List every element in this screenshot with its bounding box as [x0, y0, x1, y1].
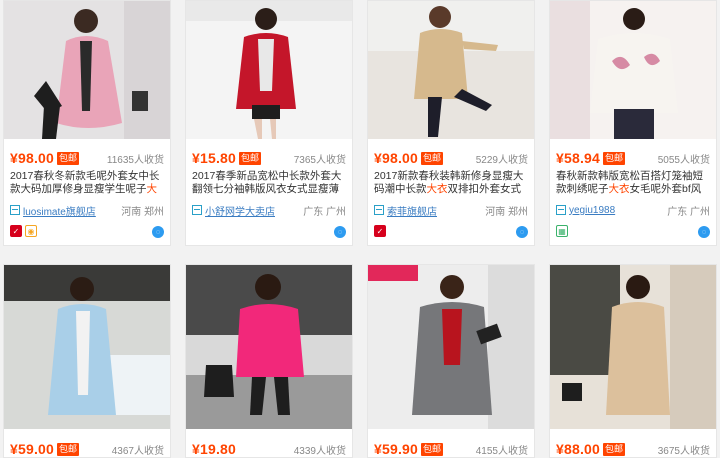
sales-count: 7365人收货 — [293, 154, 346, 166]
price: ¥59.00 — [10, 441, 55, 457]
free-shipping-badge: 包邮 — [421, 151, 444, 165]
price: ¥88.00 — [556, 441, 601, 457]
shop-icon — [10, 205, 20, 215]
product-image[interactable] — [368, 1, 534, 139]
product-image[interactable] — [368, 265, 534, 429]
tmall-icon[interactable]: ✓ — [374, 225, 386, 237]
product-card[interactable]: ¥59.90 包邮 4155人收货 — [367, 264, 535, 458]
location: 广东 广州 — [667, 206, 710, 218]
price: ¥58.94 — [556, 150, 601, 166]
product-title[interactable]: 春秋新款韩版宽松百搭灯笼袖短款刺绣呢子大衣女毛呢外套bf风学生 — [556, 170, 711, 196]
title-text[interactable]: 2017春季新品宽松中长款外套大翻领七分袖韩版风衣女式显瘦薄款潮 — [192, 170, 341, 196]
tmall-icon[interactable]: ✓ — [10, 225, 22, 237]
title-text[interactable]: 2017春秋冬新款毛呢外套女中长款大码加厚修身显瘦学生呢子 — [10, 170, 159, 195]
free-shipping-badge: 包邮 — [603, 442, 626, 456]
free-shipping-badge: 包邮 — [57, 442, 80, 456]
gold-seller-icon[interactable]: ◉ — [25, 225, 37, 237]
sales-count: 5055人收货 — [657, 154, 710, 166]
sales-count: 4367人收货 — [111, 445, 164, 457]
sales-count: 11635人收货 — [106, 154, 164, 166]
product-card[interactable]: ¥15.80 包邮 7365人收货 2017春季新品宽松中长款外套大翻领七分袖韩… — [185, 0, 353, 246]
product-image[interactable] — [4, 1, 170, 139]
product-card[interactable]: ¥98.00 包邮 5229人收货 2017新款春秋装韩新修身显瘦大码潮中长款大… — [367, 0, 535, 246]
shop-icon — [374, 205, 384, 215]
sales-count: 4155人收货 — [475, 445, 528, 457]
product-title[interactable]: 2017春季新品宽松中长款外套大翻领七分袖韩版风衣女式显瘦薄款潮 — [192, 170, 347, 196]
price: ¥98.00 — [10, 150, 55, 166]
enterprise-icon[interactable]: ▦ — [556, 225, 568, 237]
shop-link[interactable]: luosimate旗舰店 — [23, 203, 96, 218]
shop-icon — [556, 205, 566, 215]
product-image[interactable] — [550, 1, 716, 139]
product-image[interactable] — [550, 265, 716, 429]
product-title[interactable]: 2017春秋冬新款毛呢外套女中长款大码加厚修身显瘦学生呢子大衣女 — [10, 170, 165, 196]
product-card[interactable]: ¥88.00 包邮 3675人收货 — [549, 264, 717, 458]
shop-link[interactable]: yegiu1988 — [569, 205, 615, 216]
product-image[interactable] — [4, 265, 170, 429]
sales-count: 5229人收货 — [475, 154, 528, 166]
price: ¥19.80 — [192, 441, 237, 457]
chat-icon[interactable]: ◌ — [334, 226, 346, 238]
sales-count: 3675人收货 — [657, 445, 710, 457]
free-shipping-badge: 包邮 — [421, 442, 444, 456]
title-highlight[interactable]: 大衣 — [427, 183, 448, 195]
product-grid: ¥98.00 包邮 11635人收货 2017春秋冬新款毛呢外套女中长款大码加厚… — [0, 0, 720, 458]
product-card[interactable]: ¥98.00 包邮 11635人收货 2017春秋冬新款毛呢外套女中长款大码加厚… — [3, 0, 171, 246]
product-card[interactable]: ¥58.94 包邮 5055人收货 春秋新款韩版宽松百搭灯笼袖短款刺绣呢子大衣女… — [549, 0, 717, 246]
shop-link[interactable]: 小舒网学大卖店 — [205, 203, 275, 218]
sales-count: 4339人收货 — [293, 445, 346, 457]
product-image[interactable] — [186, 1, 352, 139]
shop-link[interactable]: 索菲旗舰店 — [387, 203, 437, 218]
location: 河南 郑州 — [121, 206, 164, 218]
free-shipping-badge: 包邮 — [57, 151, 80, 165]
chat-icon[interactable]: ◌ — [698, 226, 710, 238]
price: ¥98.00 — [374, 150, 419, 166]
shop-icon — [192, 205, 202, 215]
product-title[interactable]: 2017新款春秋装韩新修身显瘦大码潮中长款大衣双排扣外套女式风衣 — [374, 170, 529, 196]
price: ¥59.90 — [374, 441, 419, 457]
product-image[interactable] — [186, 265, 352, 429]
title-highlight[interactable]: 大衣 — [609, 183, 630, 195]
free-shipping-badge: 包邮 — [603, 151, 626, 165]
free-shipping-badge: 包邮 — [239, 151, 262, 165]
location: 广东 广州 — [303, 206, 346, 218]
price: ¥15.80 — [192, 150, 237, 166]
chat-icon[interactable]: ◌ — [516, 226, 528, 238]
chat-icon[interactable]: ◌ — [152, 226, 164, 238]
product-card[interactable]: ¥59.00 包邮 4367人收货 — [3, 264, 171, 458]
product-card[interactable]: ¥19.80 4339人收货 — [185, 264, 353, 458]
location: 河南 郑州 — [485, 206, 528, 218]
